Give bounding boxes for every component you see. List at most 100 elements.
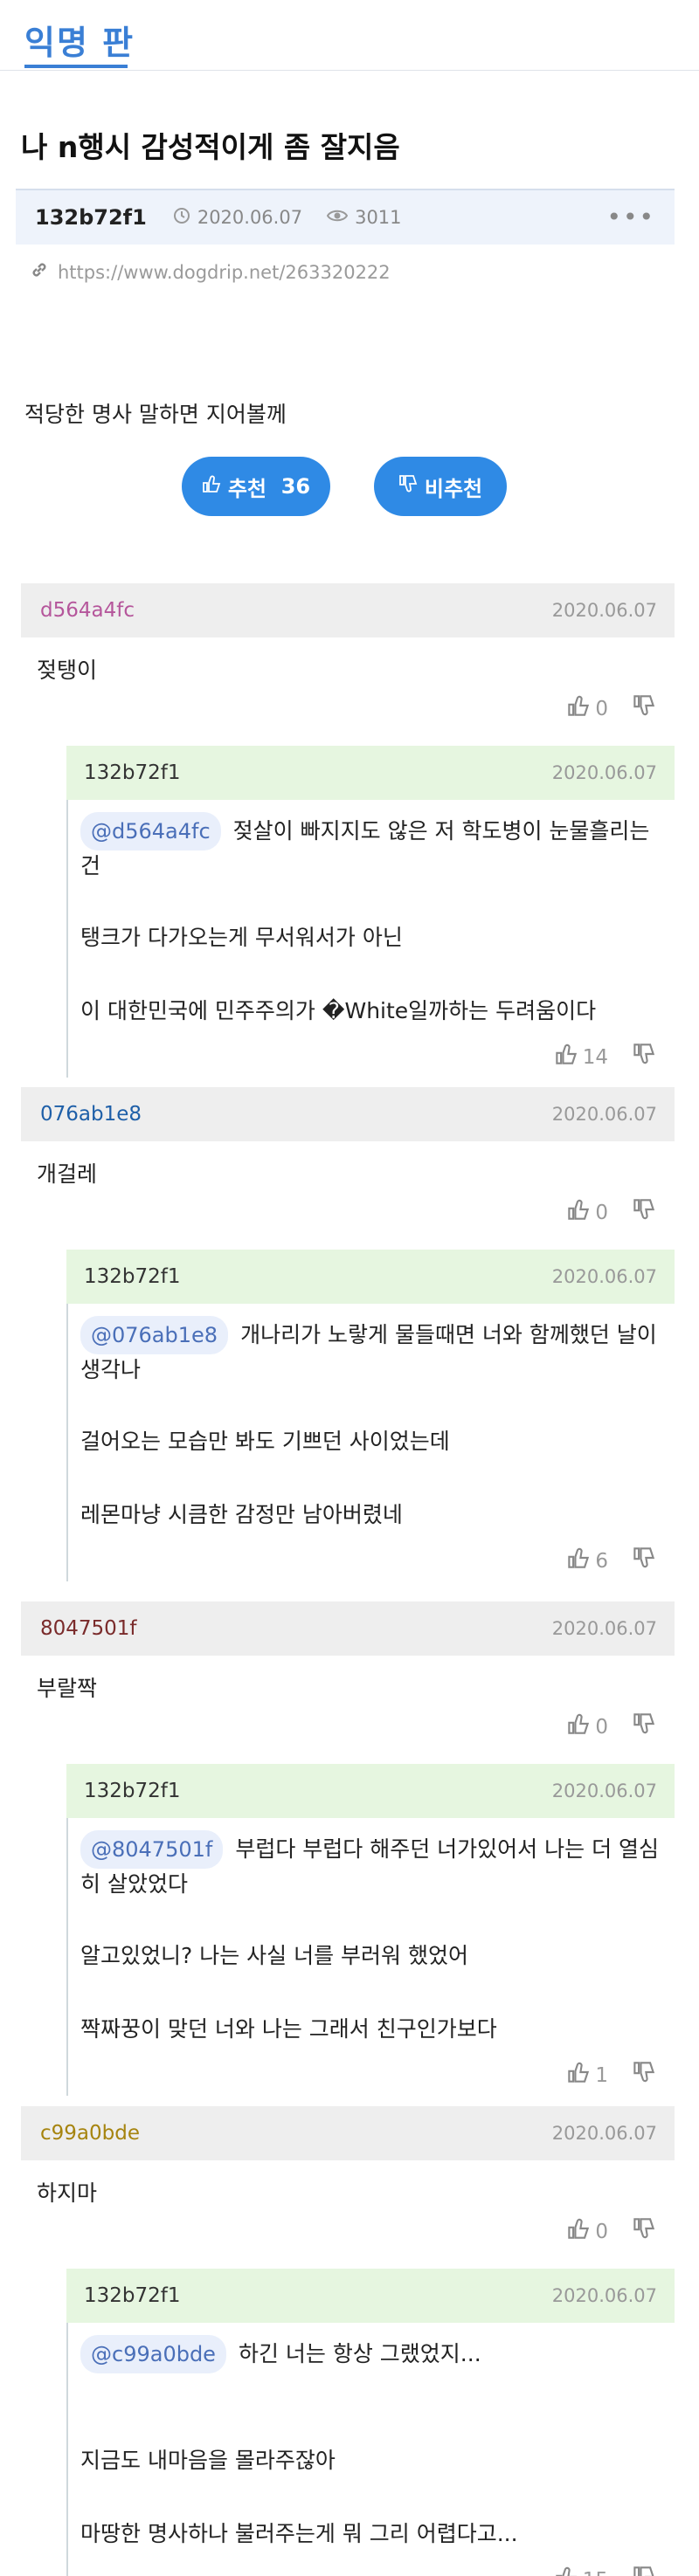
reply-date: 2020.06.07 (551, 2285, 657, 2306)
post-url[interactable]: https://www.dogdrip.net/263320222 (58, 262, 391, 283)
thumb-down-icon[interactable] (633, 1198, 655, 1227)
comment-vote-row: 0 (560, 694, 661, 723)
comment-header: c99a0bde 2020.06.07 (21, 2106, 675, 2160)
post-meta-bar: 132b72f1 2020.06.07 3011 ••• (16, 189, 675, 245)
thumb-up-icon[interactable] (567, 1198, 590, 1227)
mention-tag[interactable]: @076ab1e8 (80, 1316, 229, 1354)
like-count: 0 (595, 697, 608, 720)
clock-icon (173, 207, 190, 229)
board-title-underline (24, 65, 128, 68)
comment-date: 2020.06.07 (551, 2123, 657, 2144)
thumb-down-icon[interactable] (633, 2061, 655, 2090)
more-icon[interactable]: ••• (606, 203, 655, 231)
reply-date: 2020.06.07 (551, 1266, 657, 1287)
reply-vote-row: 1 (560, 2061, 661, 2090)
eye-icon (326, 207, 349, 228)
reply-date: 2020.06.07 (551, 762, 657, 783)
post-date: 2020.06.07 (173, 207, 302, 229)
thumb-down-icon[interactable] (633, 1546, 655, 1575)
comment-date: 2020.06.07 (551, 600, 657, 621)
upvote-count: 36 (280, 474, 311, 499)
reply-author[interactable]: 132b72f1 (84, 1265, 181, 1288)
reply-line-cont: 히 살았었다 (80, 1871, 188, 1897)
post-date-text: 2020.06.07 (197, 207, 303, 228)
reply-line-text: 개나리가 노랗게 물들때면 너와 함께했던 날이 (240, 1322, 657, 1347)
thumb-down-icon[interactable] (633, 1712, 655, 1741)
reply-line: 탱크가 다가오는게 무서워서가 아닌 (80, 925, 403, 950)
thumb-down-icon[interactable] (633, 2566, 655, 2576)
thumb-up-icon[interactable] (567, 1712, 590, 1741)
thumb-up-icon[interactable] (555, 1043, 578, 1071)
reply-author[interactable]: 132b72f1 (84, 761, 181, 784)
reply-author[interactable]: 132b72f1 (84, 1780, 181, 1802)
comment-vote-row: 0 (560, 1712, 661, 1741)
thumb-down-icon[interactable] (633, 1043, 655, 1071)
like-count: 1 (595, 2063, 608, 2087)
post-url-row[interactable]: https://www.dogdrip.net/263320222 (30, 260, 391, 285)
reply-line: 마땅한 명사하나 불러주는게 뭐 그리 어렵다고... (80, 2521, 518, 2546)
comment-header: 076ab1e8 2020.06.07 (21, 1087, 675, 1141)
mention-tag[interactable]: @8047501f (80, 1830, 224, 1869)
comment-date: 2020.06.07 (551, 1104, 657, 1125)
like-count: 0 (595, 2220, 608, 2243)
like-count: 0 (595, 1715, 608, 1739)
post-views: 3011 (326, 207, 402, 228)
reply-vote-row: 14 (548, 1043, 661, 1071)
upvote-button[interactable]: 추천 36 (182, 457, 330, 516)
like-count: 6 (595, 1549, 608, 1573)
reply-line: 레몬마냥 시큼한 감정만 남아버렸네 (80, 1502, 403, 1527)
comment-author[interactable]: 8047501f (40, 1617, 137, 1640)
board-title[interactable]: 익명 판 (24, 16, 135, 64)
post-author[interactable]: 132b72f1 (35, 205, 147, 230)
like-count: 14 (582, 1045, 608, 1069)
thumb-up-icon (202, 474, 221, 499)
like-count: 0 (595, 1201, 608, 1224)
reply-line: 이 대한민국에 민주주의가 �White일까하는 두려움이다 (80, 998, 597, 1023)
upvote-label: 추천 (227, 476, 267, 501)
reply-header: 132b72f1 2020.06.07 (66, 1250, 675, 1304)
post-title: 나 n행시 감성적이게 좀 잘지음 (21, 130, 400, 164)
link-icon (30, 260, 49, 285)
reply-line-text: 하긴 너는 항상 그랬었지... (238, 2341, 481, 2366)
mention-tag[interactable]: @d564a4fc (80, 812, 221, 851)
downvote-button[interactable]: 비추천 (374, 457, 507, 516)
comment-author[interactable]: d564a4fc (40, 599, 135, 622)
reply-line-text: 젖살이 빠지지도 않은 저 학도병이 눈물흘리는 (232, 818, 650, 844)
reply-line: @c99a0bde 하긴 너는 항상 그랬었지... (80, 2335, 668, 2373)
post-views-count: 3011 (355, 207, 402, 228)
reply-line: @8047501f 부럽다 부럽다 해주던 너가있어서 나는 더 열심 (80, 1830, 668, 1869)
reply-author[interactable]: 132b72f1 (84, 2284, 181, 2307)
reply-header: 132b72f1 2020.06.07 (66, 2269, 675, 2323)
thumb-up-icon[interactable] (567, 2061, 590, 2090)
comment-text: 하지마 (37, 2180, 98, 2206)
post-body: 적당한 명사 말하면 지어볼께 (24, 402, 287, 427)
comment-text: 부랄짝 (37, 1676, 98, 1701)
thumb-up-icon[interactable] (567, 1546, 590, 1575)
thumb-up-icon[interactable] (555, 2566, 578, 2576)
downvote-label: 비추천 (424, 476, 483, 501)
comment-text: 젖탱이 (37, 658, 98, 683)
comment-text: 개걸레 (37, 1161, 98, 1187)
comment-vote-row: 0 (560, 1198, 661, 1227)
reply-line-text: 부럽다 부럽다 해주던 너가있어서 나는 더 열심 (235, 1836, 660, 1862)
reply-date: 2020.06.07 (551, 1780, 657, 1801)
reply-line-cont: 건 (80, 853, 101, 878)
comment-author[interactable]: c99a0bde (40, 2122, 140, 2145)
like-count: 15 (583, 2569, 608, 2576)
thumb-up-icon[interactable] (567, 2217, 590, 2246)
comment-date: 2020.06.07 (551, 1618, 657, 1639)
thumb-down-icon[interactable] (633, 2217, 655, 2246)
reply-line: 알고있었니? 나는 사실 너를 부러워 했었어 (80, 1943, 469, 1968)
comment-header: d564a4fc 2020.06.07 (21, 583, 675, 637)
reply-line: 걸어오는 모습만 봐도 기쁘던 사이었는데 (80, 1429, 450, 1454)
thumb-down-icon[interactable] (633, 694, 655, 723)
comment-author[interactable]: 076ab1e8 (40, 1103, 142, 1126)
thumb-up-icon[interactable] (567, 694, 590, 723)
thumb-down-icon (398, 474, 418, 499)
reply-header: 132b72f1 2020.06.07 (66, 746, 675, 800)
reply-line: @d564a4fc 젖살이 빠지지도 않은 저 학도병이 눈물흘리는 (80, 812, 668, 851)
reply-line-cont: 생각나 (80, 1357, 142, 1382)
reply-line: 짝짜꿍이 맞던 너와 나는 그래서 친구인가보다 (80, 2016, 497, 2042)
header-divider (0, 70, 699, 71)
mention-tag[interactable]: @c99a0bde (80, 2335, 226, 2373)
